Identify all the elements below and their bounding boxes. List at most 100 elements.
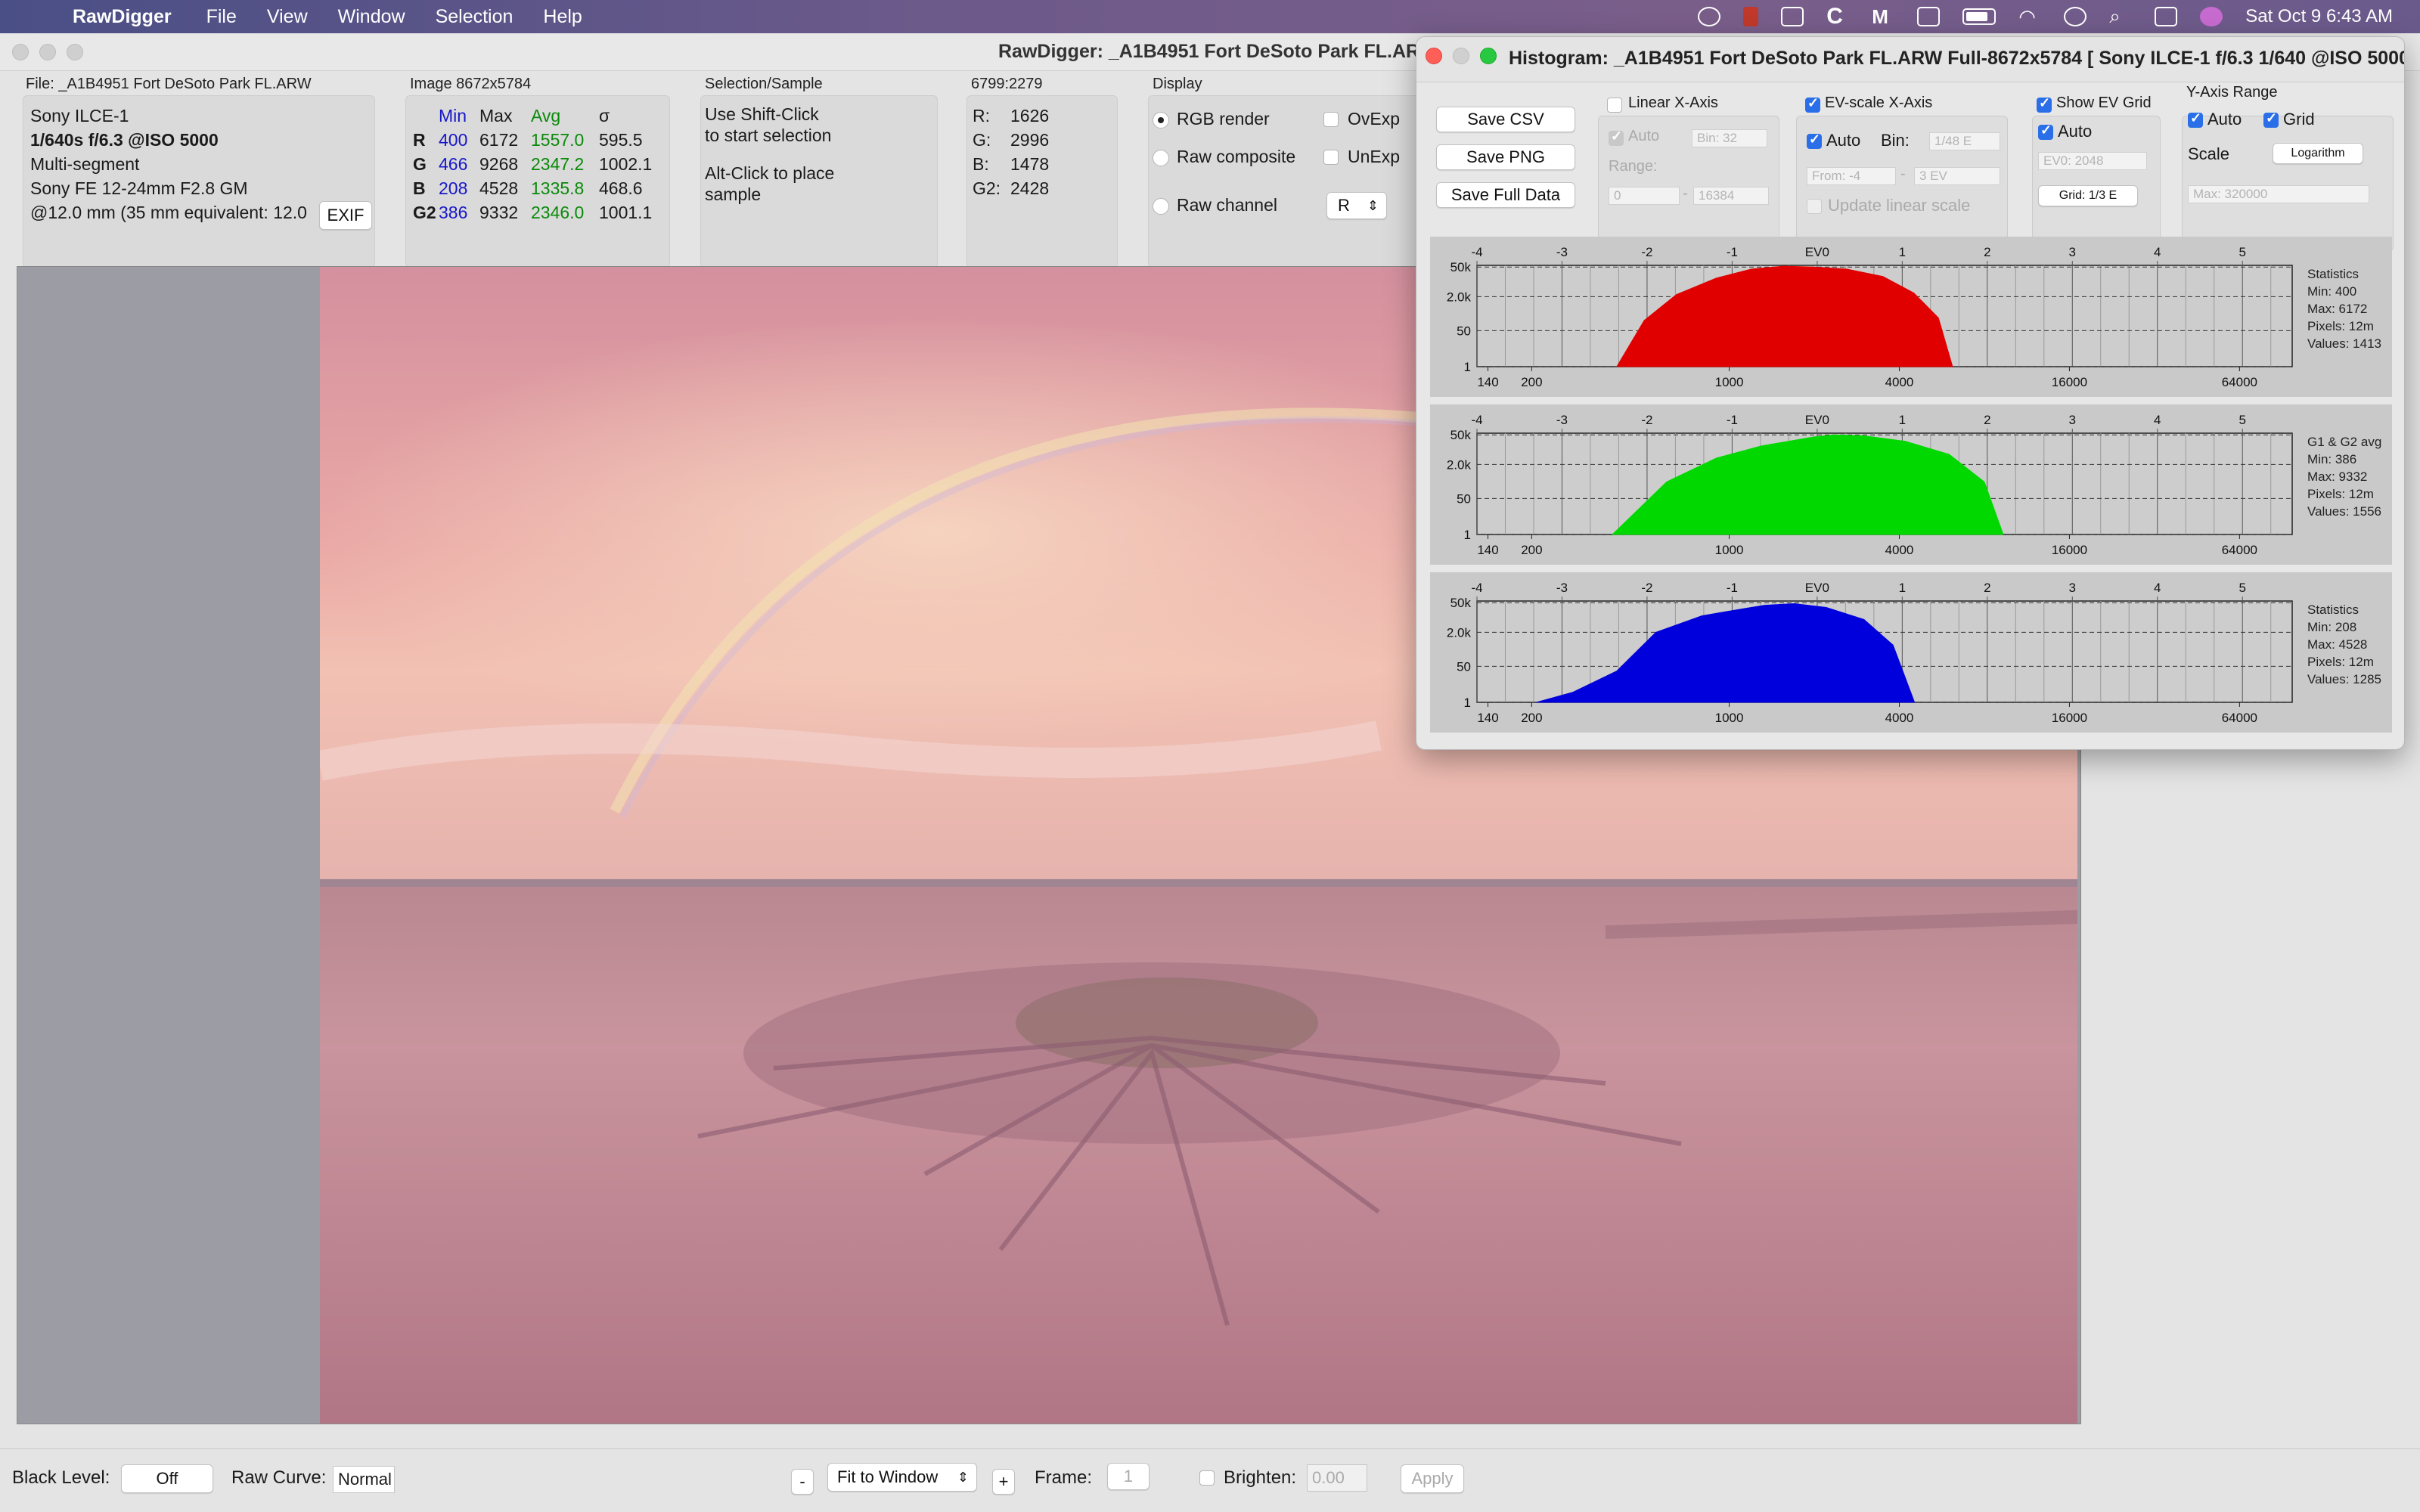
apply-button[interactable]: Apply: [1401, 1464, 1464, 1493]
ev-tick-label: -2: [1641, 581, 1652, 595]
y-grid-checkbox[interactable]: [2263, 110, 2279, 128]
brighten-field[interactable]: 0.00: [1307, 1464, 1367, 1492]
stats-row-channel: G: [413, 154, 427, 174]
ev-tick-label: 5: [2238, 245, 2245, 259]
window-icon[interactable]: [1917, 7, 1941, 26]
ev-from-field[interactable]: From: -4: [1807, 167, 1896, 185]
control-center-icon[interactable]: [2155, 7, 2178, 26]
frame-select[interactable]: 1: [1107, 1463, 1150, 1490]
raw-channel-label: Raw channel: [1177, 195, 1277, 215]
chart-svg: -4 -3 -2 -1 EV0 1 2 3 4 5 50k 2.0k 50 1 140 200 1000 4000…: [1447, 581, 2293, 725]
stats-min: Min: 400: [2307, 284, 2357, 299]
histogram-chart-red: -4 -3 -2 -1 EV0 1 2 3 4 5 50k 2.0k 50 1 140 200 1000 4000…: [1430, 237, 2392, 397]
search-icon[interactable]: ⌕: [2109, 6, 2132, 26]
scale-select[interactable]: Logarithm: [2273, 143, 2363, 164]
menu-app-name[interactable]: RawDigger: [73, 6, 172, 28]
chart-svg: -4 -3 -2 -1 EV0 1 2 3 4 5 50k 2.0k 50 1 140 200 1000 4000…: [1447, 413, 2293, 557]
linear-auto-label: Auto: [1628, 128, 1660, 144]
ev-bin-label: Bin:: [1881, 131, 1910, 150]
y-tick-label: 50: [1457, 491, 1471, 506]
ev-tick-label: 3: [2069, 581, 2076, 595]
raw-channel-radio[interactable]: [1153, 198, 1169, 215]
ev0-field[interactable]: EV0: 2048: [2038, 152, 2147, 170]
grid-step-select[interactable]: Grid: 1/3 E: [2038, 185, 2138, 206]
zoom-out-button[interactable]: -: [791, 1469, 814, 1495]
stats-values: Values: 1413: [2307, 336, 2381, 351]
hist-zoom-button[interactable]: [1480, 48, 1497, 64]
close-button[interactable]: [12, 44, 29, 60]
brighten-checkbox[interactable]: [1199, 1470, 1215, 1486]
ovexp-checkbox[interactable]: [1323, 112, 1339, 127]
film-icon[interactable]: [1781, 7, 1804, 26]
zoom-in-button[interactable]: +: [992, 1469, 1015, 1495]
y-auto-checkbox[interactable]: [2188, 110, 2203, 128]
stats-row-avg: 1335.8: [531, 178, 585, 198]
selection-hint: to start selection: [705, 125, 832, 145]
creative-cloud-icon[interactable]: [1698, 7, 1721, 26]
menu-selection[interactable]: Selection: [436, 6, 513, 28]
save-png-button[interactable]: Save PNG: [1436, 144, 1575, 170]
stats-row-avg: 2347.2: [531, 154, 585, 174]
raw-curve-field[interactable]: Normal: [333, 1466, 395, 1493]
siri-icon[interactable]: [2200, 7, 2223, 26]
ev-to-field[interactable]: 3 EV: [1914, 167, 2000, 185]
range-to-field[interactable]: 16384: [1693, 187, 1769, 205]
zoom-select-value: Fit to Window: [837, 1467, 939, 1486]
ev-tick-label: 1: [1899, 413, 1906, 427]
stats-row-avg: 1557.0: [531, 130, 585, 150]
show-ev-grid-checkbox[interactable]: [2037, 95, 2052, 113]
update-linear-checkbox[interactable]: [1807, 199, 1822, 214]
stats-values: Values: 1285: [2307, 672, 2381, 686]
linear-auto-checkbox[interactable]: [1609, 129, 1624, 146]
ev-tick-label: 5: [2238, 581, 2245, 595]
unexp-label: UnExp: [1348, 147, 1401, 166]
x-tick-label: 200: [1521, 375, 1542, 389]
exif-button[interactable]: EXIF: [319, 201, 372, 230]
stats-max: Max: 9332: [2307, 469, 2368, 484]
linear-bin-field[interactable]: Bin: 32: [1692, 129, 1767, 147]
ev-tick-label: -4: [1471, 581, 1482, 595]
app-status-icon[interactable]: [1743, 7, 1759, 26]
save-full-data-button[interactable]: Save Full Data: [1436, 182, 1575, 208]
battery-icon[interactable]: [1962, 8, 1996, 25]
ev-scale-checkbox[interactable]: [1805, 95, 1820, 113]
user-icon[interactable]: [2064, 7, 2087, 26]
unexp-checkbox[interactable]: [1323, 150, 1339, 165]
rgb-render-label: RGB render: [1177, 109, 1270, 129]
channel-select[interactable]: R ⇕: [1326, 192, 1387, 219]
menu-bar-clock[interactable]: Sat Oct 9 6:43 AM: [2245, 6, 2393, 27]
menu-help[interactable]: Help: [543, 6, 582, 28]
menu-window[interactable]: Window: [338, 6, 405, 28]
minimize-button[interactable]: [39, 44, 56, 60]
histogram-title-bar: Histogram: _A1B4951 Fort DeSoto Park FL.…: [1416, 37, 2404, 82]
menu-view[interactable]: View: [267, 6, 308, 28]
y-tick-label: 2.0k: [1447, 457, 1472, 472]
wifi-icon[interactable]: ◠: [2018, 7, 2041, 26]
linear-x-axis-checkbox[interactable]: [1607, 98, 1622, 113]
ev-tick-label: 5: [2238, 413, 2245, 427]
rgb-render-radio[interactable]: [1153, 112, 1169, 129]
hist-close-button[interactable]: [1426, 48, 1442, 64]
hist-minimize-button[interactable]: [1453, 48, 1469, 64]
stats-row-channel: R: [413, 130, 426, 150]
raw-composite-radio[interactable]: [1153, 150, 1169, 166]
range-from-field[interactable]: 0: [1609, 187, 1680, 205]
stats-row-max: 4528: [479, 178, 519, 198]
ev-auto-checkbox[interactable]: [1807, 132, 1822, 149]
save-csv-button[interactable]: Save CSV: [1436, 107, 1575, 132]
black-level-button[interactable]: Off: [121, 1464, 213, 1493]
ev-bin-field[interactable]: 1/48 E: [1929, 132, 2000, 150]
stats-block: G1 & G2 avg Min: 386 Max: 9332 Pixels: 1…: [2307, 433, 2381, 520]
y-tick-label: 2.0k: [1447, 290, 1472, 304]
ev-tick-label: -3: [1556, 413, 1568, 427]
zoom-select[interactable]: Fit to Window ⇕: [827, 1463, 977, 1492]
zoom-button[interactable]: [67, 44, 83, 60]
menu-file[interactable]: File: [206, 6, 237, 28]
m-logo-icon[interactable]: M: [1872, 7, 1894, 26]
grid-auto-checkbox[interactable]: [2038, 122, 2053, 140]
stats-row-sigma: 468.6: [599, 178, 643, 198]
black-level-label: Black Level:: [12, 1467, 110, 1488]
c-icon[interactable]: C: [1826, 5, 1849, 28]
y-max-field[interactable]: Max: 320000: [2188, 185, 2369, 203]
x-tick-label: 16000: [2052, 375, 2087, 389]
